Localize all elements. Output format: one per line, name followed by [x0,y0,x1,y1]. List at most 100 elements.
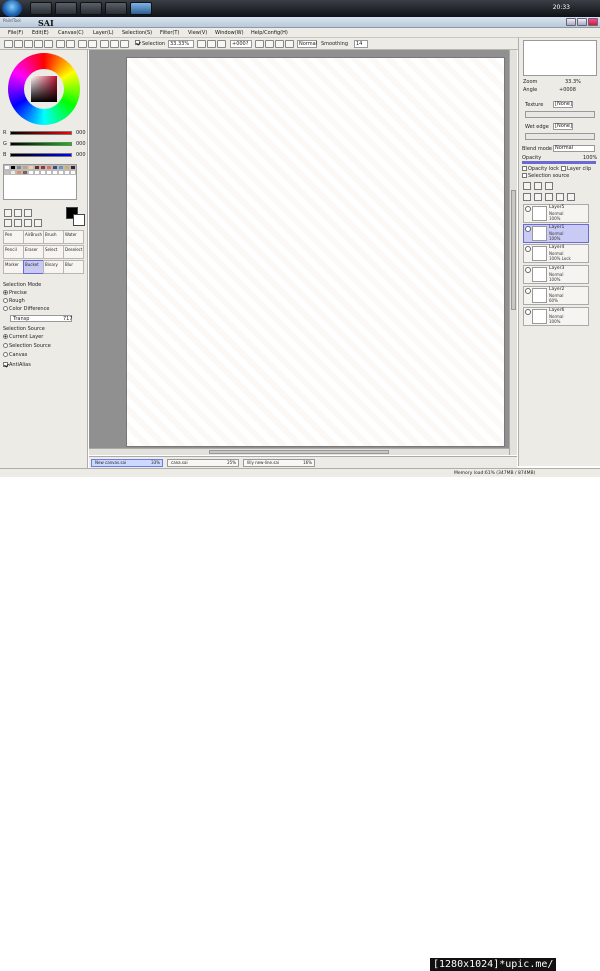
redo-icon[interactable] [88,40,97,48]
copy-layer-icon[interactable] [523,193,531,201]
clear-layer-icon[interactable] [545,193,553,201]
nav-toggle-icon[interactable] [56,40,65,48]
deselect-icon[interactable] [100,40,109,48]
tool-eraser[interactable]: Eraser [23,245,44,259]
menu-filter[interactable]: Filter(T) [160,30,179,36]
visibility-eye-icon[interactable] [525,246,531,252]
wet-edge-slider[interactable] [525,133,595,140]
drawing-canvas[interactable] [126,57,505,447]
layer-mask-icon[interactable] [567,193,575,201]
taskbar-app-2[interactable] [55,2,77,15]
menu-layer[interactable]: Layer(L) [93,30,114,36]
opacity-lock-checkbox[interactable]: Opacity lock [522,166,559,172]
flip-icon[interactable] [285,40,294,48]
minimize-button[interactable] [566,18,576,26]
color-wheel-toggle-icon[interactable] [4,40,13,48]
zoom-in-icon[interactable] [207,40,216,48]
layer-panel-toggle-icon[interactable] [66,40,75,48]
rgb-slider-toggle-icon[interactable] [14,40,23,48]
angle-field[interactable]: +000? [230,40,252,48]
show-selection-icon[interactable] [120,40,129,48]
start-button[interactable] [2,0,22,17]
merge-down-icon[interactable] [534,193,542,201]
menu-window[interactable]: Window(W) [215,30,244,36]
menu-selection[interactable]: Selection(S) [122,30,152,36]
green-slider[interactable] [10,142,72,146]
zoom-reset-icon[interactable] [217,40,226,48]
zoom-out-icon[interactable] [197,40,206,48]
new-layer-icon[interactable] [523,182,531,190]
navigator-preview[interactable] [523,40,597,76]
tool-pencil[interactable]: Pencil [3,245,24,259]
tool-blur[interactable]: Blur [63,260,84,274]
tool-deselect[interactable]: Deselect [63,245,84,259]
rotate-right-icon[interactable] [265,40,274,48]
layer-row[interactable]: Layer1 Normal 100% [523,224,589,243]
layer-row[interactable]: Layer5 Normal 100% [523,204,589,223]
secondary-color-swatch[interactable] [73,214,85,226]
visibility-eye-icon[interactable] [525,267,531,273]
rect-select-icon[interactable] [4,209,12,217]
mode-color-diff-radio[interactable]: Color Difference [3,306,49,312]
visibility-eye-icon[interactable] [525,288,531,294]
source-current-layer-radio[interactable]: Current Layer [3,334,43,340]
selection-checkbox[interactable] [135,40,141,46]
file-tab[interactable]: New canvas.sai 33% [91,459,163,467]
tool-marker[interactable]: Marker [3,260,24,274]
menu-view[interactable]: View(V) [188,30,207,36]
layer-row[interactable]: Layer4 Normal 100% Lock [523,244,589,263]
taskbar-app-4[interactable] [105,2,127,15]
swatch-toggle-icon[interactable] [34,40,43,48]
magic-wand-icon[interactable] [24,209,32,217]
vertical-scrollbar[interactable] [509,50,517,455]
rotate-left-icon[interactable] [255,40,264,48]
menu-help[interactable]: Help/Config(H) [251,30,288,36]
blend-mode-select[interactable]: Normal [553,145,595,152]
threshold-slider[interactable]: Transp 717 [10,315,73,322]
visibility-eye-icon[interactable] [525,206,531,212]
saturation-value-square[interactable] [31,76,57,102]
new-folder-icon[interactable] [545,182,553,190]
eyedropper-icon[interactable] [34,219,42,227]
visibility-eye-icon[interactable] [525,309,531,315]
menu-edit[interactable]: Edit(E) [32,30,49,36]
swatch-palette[interactable] [3,164,77,200]
rotate-icon[interactable] [24,219,32,227]
file-tab[interactable]: cana.sai 25% [167,459,239,467]
zoom-field[interactable]: 33.33% [168,40,194,48]
layer-row[interactable]: Layer6 Normal 100% [523,307,589,326]
blue-slider[interactable] [10,153,72,157]
lasso-icon[interactable] [14,209,22,217]
layer-row[interactable]: Layer3 Normal 100% [523,265,589,284]
close-button[interactable] [588,18,598,26]
delete-layer-icon[interactable] [556,193,564,201]
horizontal-scrollbar[interactable] [89,448,509,455]
move-icon[interactable] [4,219,12,227]
source-selection-radio[interactable]: Selection Source [3,343,51,349]
tool-binary[interactable]: Binary [43,260,64,274]
smoothing-field[interactable]: 14 [354,40,368,48]
layer-row[interactable]: Layer2 Normal 60% [523,286,589,305]
menu-file[interactable]: File(F) [8,30,23,36]
new-linework-layer-icon[interactable] [534,182,542,190]
taskbar-app-1[interactable] [30,2,52,15]
tool-brush[interactable]: Brush [43,230,64,244]
hsv-slider-toggle-icon[interactable] [24,40,33,48]
color-wheel[interactable] [8,53,80,125]
selection-source-checkbox[interactable]: Selection source [522,173,569,179]
undo-icon[interactable] [78,40,87,48]
tool-airbrush[interactable]: AirBrush [23,230,44,244]
menu-canvas[interactable]: Canvas(C) [58,30,84,36]
vertical-scroll-thumb[interactable] [511,190,516,310]
antialias-checkbox[interactable]: AntiAlias [3,362,31,368]
horizontal-scroll-thumb[interactable] [209,450,389,454]
texture-select[interactable]: [None] [553,101,573,108]
tool-water[interactable]: Water [63,230,84,244]
scratchpad-toggle-icon[interactable] [44,40,53,48]
tool-select[interactable]: Select [43,245,64,259]
file-tab[interactable]: lilly new-line.sai 16% [243,459,315,467]
rotate-reset-icon[interactable] [275,40,284,48]
mode-select[interactable]: Normal [297,40,317,48]
tool-pen[interactable]: Pen [3,230,24,244]
mode-precise-radio[interactable]: Precise [3,290,27,296]
